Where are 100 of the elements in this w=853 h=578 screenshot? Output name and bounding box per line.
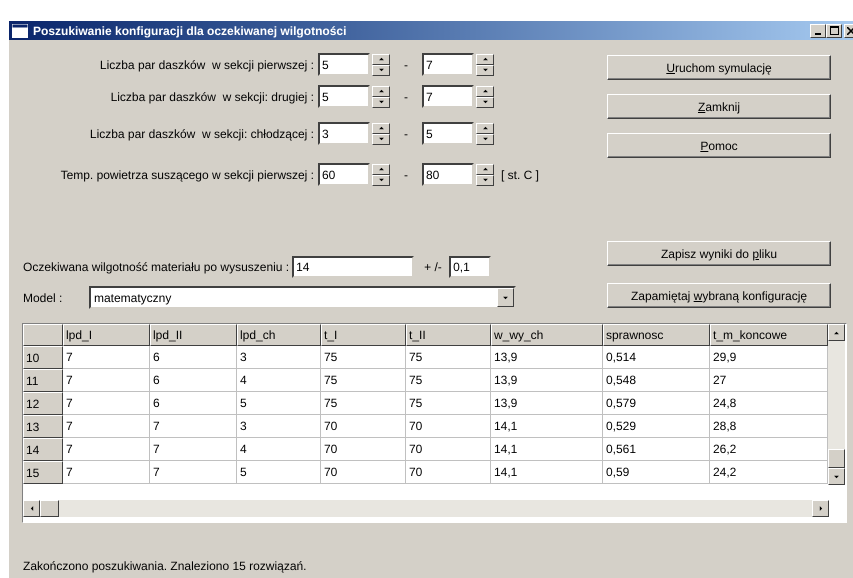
- spin-up-button[interactable]: [372, 164, 390, 175]
- action-button[interactable]: Pomoc: [607, 133, 831, 158]
- column-header[interactable]: sprawnosc: [603, 324, 710, 346]
- row-header[interactable]: 15: [23, 461, 63, 484]
- table-cell: 0,514: [603, 346, 710, 370]
- column-header[interactable]: lpd_I: [63, 324, 150, 346]
- column-header[interactable]: t_I: [321, 324, 406, 346]
- row-header[interactable]: 14: [23, 438, 63, 462]
- number-field[interactable]: 5: [318, 85, 370, 108]
- spin-down-button[interactable]: [476, 96, 494, 108]
- down-arrow-icon: [378, 137, 384, 142]
- table-cell: 70: [321, 461, 406, 484]
- table-cell: 75: [406, 369, 491, 392]
- range-separator: -: [403, 126, 409, 143]
- number-field[interactable]: 7: [422, 53, 474, 76]
- up-arrow-icon: [378, 126, 384, 130]
- row-header[interactable]: 12: [23, 392, 63, 416]
- up-arrow-icon: [482, 89, 488, 94]
- spin-up-button[interactable]: [476, 86, 494, 97]
- number-field[interactable]: 80: [422, 163, 474, 186]
- spin-up-button[interactable]: [372, 122, 390, 134]
- row-header[interactable]: 10: [23, 346, 63, 370]
- close-icon: [847, 26, 853, 35]
- unit-label: [ st. C ]: [501, 166, 540, 184]
- spin-up-button[interactable]: [372, 54, 390, 65]
- column-header[interactable]: t_m_koncowe: [710, 324, 828, 346]
- down-arrow-icon: [482, 68, 488, 72]
- action-button[interactable]: Zapisz wyniki do pliku: [607, 241, 831, 266]
- table-cell: 7: [63, 461, 150, 484]
- tolerance-field[interactable]: 0,1: [449, 256, 492, 278]
- vertical-scrollbar[interactable]: [828, 324, 845, 486]
- action-button[interactable]: Zamknij: [607, 94, 831, 120]
- table-cell: 7: [63, 415, 150, 438]
- horizontal-scrollbar[interactable]: [23, 500, 829, 517]
- table-cell: 5: [237, 461, 321, 484]
- minimize-icon: [815, 32, 821, 35]
- table-cell: 75: [406, 392, 491, 416]
- table-cell: 0,529: [603, 415, 710, 438]
- table-cell: 5: [237, 392, 321, 416]
- spin-down-button[interactable]: [372, 134, 390, 145]
- humidity-field[interactable]: 14: [292, 256, 414, 278]
- scroll-left-icon: [30, 505, 34, 512]
- status-message: Zakończono poszukiwania. Znaleziono 15 rozwiązań.: [23, 559, 306, 573]
- spin-down-button[interactable]: [476, 174, 494, 186]
- number-field[interactable]: 7: [422, 85, 474, 108]
- table-cell: 0,579: [603, 392, 710, 416]
- spin-up-button[interactable]: [372, 86, 390, 97]
- up-arrow-icon: [482, 126, 488, 130]
- number-field[interactable]: 5: [422, 122, 474, 146]
- action-button[interactable]: Uruchom symulację: [607, 55, 831, 80]
- column-header[interactable]: lpd_II: [150, 324, 237, 346]
- maximize-icon: [830, 26, 838, 36]
- number-field[interactable]: 5: [318, 53, 370, 76]
- column-header[interactable]: w_wy_ch: [491, 324, 603, 346]
- tolerance-label: + /-: [424, 259, 443, 276]
- table-cell: 4: [237, 369, 321, 392]
- spin-down-button[interactable]: [372, 64, 390, 76]
- scroll-thumb[interactable]: [40, 500, 59, 517]
- row-header[interactable]: 11: [23, 369, 63, 392]
- range-label: Temp. powietrza suszącego w sekcji pierwszej :: [60, 166, 315, 184]
- table-cell: 7: [63, 438, 150, 462]
- table-cell: 75: [321, 392, 406, 416]
- column-header[interactable]: t_II: [406, 324, 491, 346]
- spin-up-button[interactable]: [476, 122, 494, 134]
- down-arrow-icon: [378, 178, 384, 182]
- spin-up-button[interactable]: [476, 54, 494, 65]
- model-dropdown[interactable]: matematyczny: [89, 286, 516, 310]
- number-field[interactable]: 3: [318, 122, 370, 146]
- row-header[interactable]: 13: [23, 415, 63, 438]
- maximize-button[interactable]: [826, 24, 842, 38]
- table-cell: 13,9: [491, 369, 603, 392]
- up-arrow-icon: [378, 57, 384, 62]
- column-header[interactable]: lpd_ch: [237, 324, 321, 346]
- up-arrow-icon: [378, 89, 384, 94]
- table-cell: 7: [150, 415, 237, 438]
- scroll-up-icon: [833, 330, 840, 335]
- scroll-thumb[interactable]: [828, 449, 845, 468]
- spin-down-button[interactable]: [372, 96, 390, 108]
- range-label: Liczba par daszków w sekcji: chłodzącej :: [88, 126, 315, 143]
- window-title: Poszukiwanie konfiguracji dla oczekiwanej wilgotności: [33, 22, 346, 40]
- table-cell: 7: [150, 438, 237, 462]
- minimize-button[interactable]: [810, 24, 826, 38]
- action-button[interactable]: Zapamiętaj wybraną konfigurację: [607, 283, 831, 308]
- spin-down-button[interactable]: [372, 174, 390, 186]
- table-cell: 6: [150, 392, 237, 416]
- up-arrow-icon: [378, 167, 384, 172]
- table-cell: 0,561: [603, 438, 710, 462]
- up-arrow-icon: [482, 57, 488, 62]
- number-field[interactable]: 60: [318, 163, 370, 186]
- table-cell: 70: [321, 438, 406, 462]
- window-icon: [12, 24, 28, 38]
- table-cell: 14,1: [491, 415, 603, 438]
- dropdown-arrow-icon: [502, 296, 509, 300]
- down-arrow-icon: [482, 100, 488, 104]
- range-separator: -: [403, 166, 409, 184]
- spin-up-button[interactable]: [476, 164, 494, 175]
- table-cell: 6: [150, 346, 237, 370]
- range-separator: -: [403, 56, 409, 74]
- spin-down-button[interactable]: [476, 64, 494, 76]
- spin-down-button[interactable]: [476, 134, 494, 145]
